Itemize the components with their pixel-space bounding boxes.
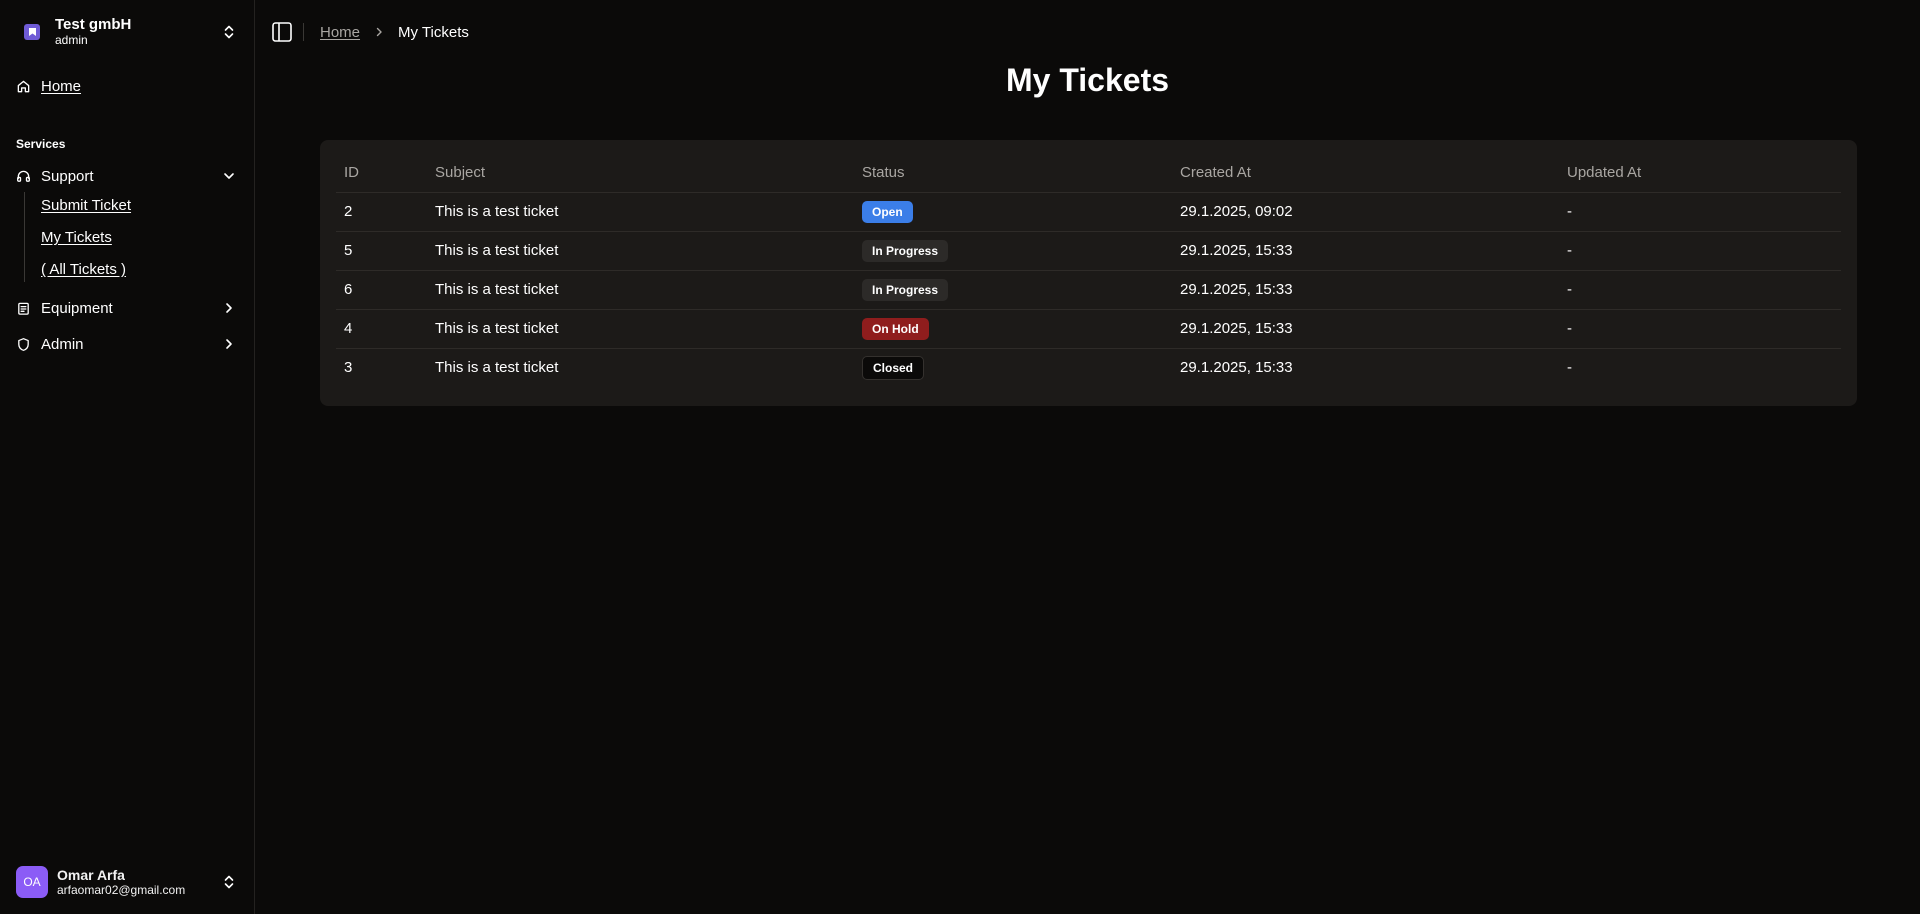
column-header-status: Status <box>854 154 1172 193</box>
status-badge: Open <box>862 200 913 223</box>
column-header-id: ID <box>336 154 427 193</box>
cell-id: 6 <box>336 270 427 310</box>
org-role: admin <box>55 33 88 47</box>
chevron-right-icon <box>376 27 382 37</box>
cell-status: On Hold <box>854 309 1172 349</box>
cell-status: In Progress <box>854 270 1172 310</box>
chevrons-up-down-icon <box>224 875 234 889</box>
support-subnav: Submit Ticket My Tickets ( All Tickets ) <box>24 192 131 282</box>
tickets-card: ID Subject Status Created At Updated At … <box>320 140 1857 406</box>
page-title: My Tickets <box>1005 62 1170 98</box>
sidebar-item-home-label: Home <box>41 78 82 95</box>
app-root: Test gmbH admin Home Services Support Su… <box>0 0 1920 914</box>
org-switcher[interactable]: Test gmbH admin <box>16 12 240 52</box>
table-row[interactable]: 3 This is a test ticket Closed 29.1.2025, 1… <box>336 348 1841 387</box>
avatar: OA <box>16 866 48 898</box>
clipboard-icon <box>18 302 29 315</box>
sidebar-group-admin[interactable]: Admin <box>16 334 240 354</box>
cell-id: 2 <box>336 192 427 232</box>
shield-icon <box>18 337 29 351</box>
user-menu[interactable]: OA Omar Arfa arfaomar02@gmail.com <box>16 862 240 902</box>
table-row[interactable]: 6 This is a test ticket In Progress 29.1.20… <box>336 270 1841 310</box>
breadcrumb-home-link[interactable]: Home <box>320 24 360 41</box>
column-header-subject: Subject <box>427 154 854 193</box>
tickets-table-body: 2 This is a test ticket Open 29.1.2025, 09:… <box>336 192 1841 387</box>
chevron-right-icon <box>226 303 232 313</box>
table-row[interactable]: 5 This is a test ticket In Progress 29.1.20… <box>336 231 1841 271</box>
status-badge: On Hold <box>862 317 929 340</box>
cell-status: In Progress <box>854 231 1172 271</box>
table-row[interactable]: 2 This is a test ticket Open 29.1.2025, 09:… <box>336 192 1841 232</box>
cell-updated-at: - <box>1559 231 1841 271</box>
cell-status: Closed <box>854 348 1172 387</box>
cell-updated-at: - <box>1559 309 1841 349</box>
cell-created-at: 29.1.2025, 15:33 <box>1180 359 1293 377</box>
cell-status: Open <box>854 192 1172 232</box>
sidebar-item-home[interactable]: Home <box>16 78 81 95</box>
user-text: Omar Arfa arfaomar02@gmail.com <box>57 867 185 898</box>
org-name: Test gmbH <box>55 16 132 33</box>
divider <box>303 23 304 41</box>
cell-id: 3 <box>344 359 353 377</box>
sidebar: Test gmbH admin Home Services Support Su… <box>0 0 255 914</box>
sidebar-group-equipment[interactable]: Equipment <box>16 298 240 318</box>
chevron-down-icon <box>224 173 234 179</box>
sidebar-group-admin-label: Admin <box>41 335 84 353</box>
sidebar-item-my-tickets[interactable]: My Tickets <box>41 224 131 256</box>
cell-updated-at: - <box>1559 270 1841 310</box>
user-email: arfaomar02@gmail.com <box>57 882 186 897</box>
cell-subject: This is a test ticket <box>427 270 854 310</box>
main-content: Home My Tickets My Tickets ID Subject St… <box>255 0 1920 914</box>
cell-subject: This is a test ticket <box>435 359 559 377</box>
sidebar-toggle-icon[interactable] <box>271 21 293 43</box>
cell-created-at: 29.1.2025, 15:33 <box>1172 231 1559 271</box>
sidebar-group-support[interactable]: Support <box>16 166 240 186</box>
home-icon <box>17 80 30 93</box>
chevron-right-icon <box>226 339 232 349</box>
cell-subject: This is a test ticket <box>427 309 854 349</box>
headset-icon <box>17 170 30 182</box>
breadcrumb-current: My Tickets <box>398 23 469 41</box>
sidebar-item-all-tickets[interactable]: ( All Tickets ) <box>41 256 131 288</box>
sidebar-group-support-label: Support <box>41 167 94 185</box>
status-badge: Closed <box>862 355 925 380</box>
org-logo-icon <box>24 24 40 40</box>
cell-updated-at: - <box>1567 359 1572 377</box>
cell-subject: This is a test ticket <box>427 192 854 232</box>
table-row[interactable]: 4 This is a test ticket On Hold 29.1.2025, … <box>336 309 1841 349</box>
status-badge: In Progress <box>862 278 949 301</box>
column-header-updated-at: Updated At <box>1559 154 1841 193</box>
user-name: Omar Arfa <box>57 866 125 883</box>
cell-created-at: 29.1.2025, 15:33 <box>1172 270 1559 310</box>
cell-id: 5 <box>336 231 427 271</box>
cell-id: 4 <box>336 309 427 349</box>
sidebar-item-submit-ticket[interactable]: Submit Ticket <box>41 192 131 224</box>
column-header-created-at: Created At <box>1172 154 1559 193</box>
topbar: Home My Tickets <box>271 20 469 44</box>
table-header-row: ID Subject Status Created At Updated At <box>336 154 1841 193</box>
cell-created-at: 29.1.2025, 09:02 <box>1172 192 1559 232</box>
org-text: Test gmbH admin <box>55 16 131 48</box>
cell-updated-at: - <box>1559 192 1841 232</box>
sidebar-group-equipment-label: Equipment <box>41 299 113 317</box>
cell-created-at: 29.1.2025, 15:33 <box>1172 309 1559 349</box>
chevrons-up-down-icon <box>224 25 234 39</box>
services-section-title: Services <box>16 137 66 151</box>
status-badge: In Progress <box>862 239 949 262</box>
tickets-table: ID Subject Status Created At Updated At … <box>336 154 1841 387</box>
cell-subject: This is a test ticket <box>427 231 854 271</box>
